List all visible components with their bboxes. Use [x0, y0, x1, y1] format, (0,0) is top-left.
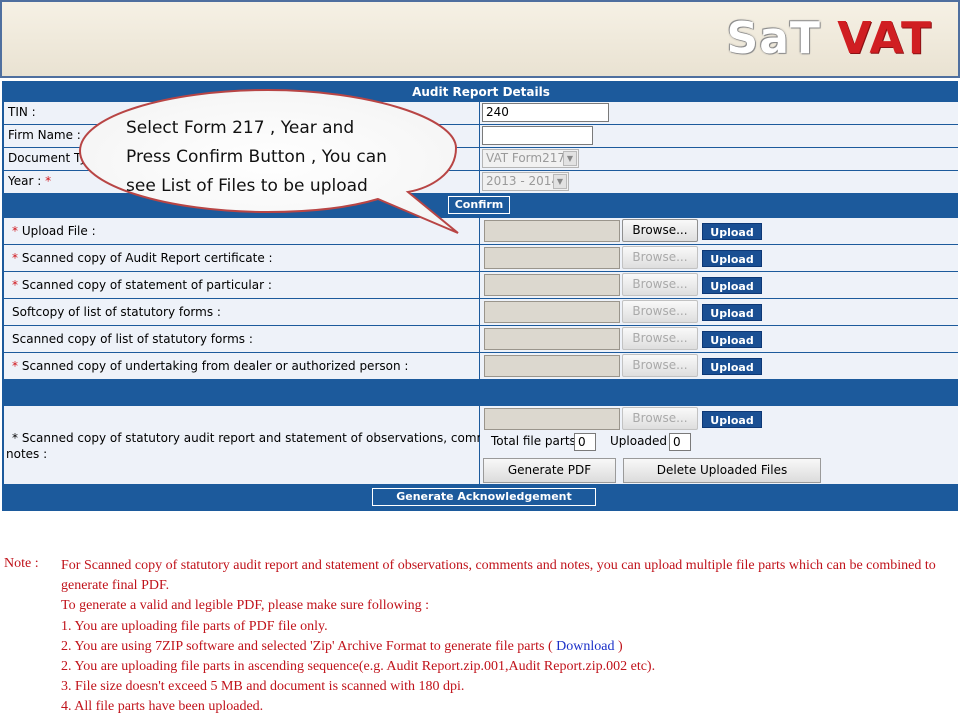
file-path-field[interactable] [484, 355, 620, 377]
scanned-forms-label: Scanned copy of list of statutory forms … [12, 332, 253, 346]
document-type-select[interactable]: VAT Form217 ▼ [482, 149, 579, 168]
year-label: Year : [8, 174, 42, 188]
upload-button[interactable]: Upload [702, 250, 762, 267]
browse-button[interactable]: Browse... [622, 273, 698, 296]
upload-button[interactable]: Upload [702, 223, 762, 240]
document-type-value: VAT Form217 [486, 151, 565, 165]
statutory-report-label: * Scanned copy of statutory audit report… [6, 431, 541, 461]
note-label: Note : [4, 556, 39, 571]
softcopy-forms-label: Softcopy of list of statutory forms : [12, 305, 221, 319]
logo-sat: SaT [726, 13, 821, 64]
upload-button[interactable]: Upload [702, 277, 762, 294]
header-banner: SaT VAT [0, 0, 960, 78]
generate-acknowledgement-button[interactable]: Generate Acknowledgement [372, 488, 596, 506]
note-text: For Scanned copy of statutory audit repo… [61, 558, 936, 715]
tin-input[interactable]: 240 [482, 103, 609, 122]
download-link[interactable]: Download [556, 639, 614, 654]
upload-row: Softcopy of list of statutory forms : Br… [4, 299, 958, 325]
file-path-field[interactable] [484, 247, 620, 269]
statement-particular-label: Scanned copy of statement of particular … [21, 278, 272, 292]
statutory-report-row: * Scanned copy of statutory audit report… [4, 406, 958, 484]
file-path-field[interactable] [484, 408, 620, 430]
browse-button[interactable]: Browse... [622, 407, 698, 430]
browse-button[interactable]: Browse... [622, 219, 698, 242]
browse-button[interactable]: Browse... [622, 246, 698, 269]
delete-uploaded-button[interactable]: Delete Uploaded Files [623, 458, 821, 483]
sat-vat-logo: SaT VAT [727, 14, 932, 64]
uploaded-field: 0 [669, 433, 691, 451]
file-path-field[interactable] [484, 328, 620, 350]
firm-name-input[interactable] [482, 126, 593, 145]
callout-text: Select Form 217 , Year and Press Confirm… [126, 118, 387, 196]
year-select[interactable]: 2013 - 2014 ▼ [482, 172, 569, 191]
undertaking-label: Scanned copy of undertaking from dealer … [21, 359, 409, 373]
generate-pdf-button[interactable]: Generate PDF [483, 458, 616, 483]
required-marker: * [45, 174, 52, 188]
file-path-field[interactable] [484, 220, 620, 242]
upload-button[interactable]: Upload [702, 331, 762, 348]
upload-row: * Scanned copy of statement of particula… [4, 272, 958, 298]
upload-row: * Scanned copy of Audit Report certifica… [4, 245, 958, 271]
upload-button[interactable]: Upload [702, 304, 762, 321]
upload-button[interactable]: Upload [702, 411, 762, 428]
chevron-down-icon: ▼ [563, 151, 577, 166]
browse-button[interactable]: Browse... [622, 354, 698, 377]
chevron-down-icon: ▼ [553, 174, 567, 189]
upload-row: * Scanned copy of undertaking from deale… [4, 353, 958, 379]
file-path-field[interactable] [484, 274, 620, 296]
upload-row: Scanned copy of list of statutory forms … [4, 326, 958, 352]
uploaded-label: Uploaded [610, 434, 668, 448]
year-value: 2013 - 2014 [486, 174, 560, 188]
logo-vat: VAT [837, 13, 932, 64]
file-path-field[interactable] [484, 301, 620, 323]
audit-certificate-label: Scanned copy of Audit Report certificate… [21, 251, 273, 265]
browse-button[interactable]: Browse... [622, 327, 698, 350]
upload-button[interactable]: Upload [702, 358, 762, 375]
browse-button[interactable]: Browse... [622, 300, 698, 323]
total-parts-label: Total file parts [491, 434, 576, 448]
total-parts-field: 0 [574, 433, 596, 451]
